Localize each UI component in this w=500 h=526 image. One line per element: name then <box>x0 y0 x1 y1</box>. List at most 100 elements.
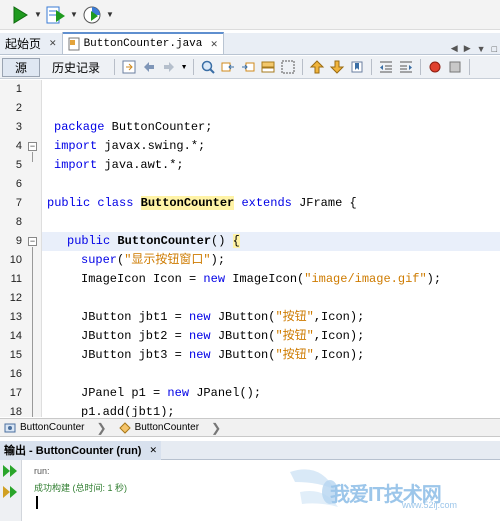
fold-guide <box>32 247 33 417</box>
keyword: new <box>167 386 190 400</box>
tab-scroll-right-icon[interactable]: ▶ <box>461 43 474 54</box>
code-line: ImageIcon Icon = new ImageIcon("image/im… <box>42 270 500 289</box>
rerun-with-options-icon[interactable] <box>2 484 20 500</box>
last-edit-icon[interactable] <box>120 58 138 76</box>
close-icon[interactable]: ✕ <box>49 38 57 49</box>
code-text: JPanel p1 = <box>81 386 168 400</box>
breadcrumb-item[interactable]: ButtonCounter <box>115 421 204 434</box>
profile-icon[interactable] <box>78 3 106 27</box>
keyword: import <box>54 139 98 153</box>
rerun-icon[interactable] <box>2 463 20 479</box>
close-icon[interactable]: ✕ <box>149 445 157 456</box>
editor-tabs: 起始页 ✕ ButtonCounter.java ✕ ◀ ▶ ▼ □ <box>0 32 500 55</box>
code-text: javax.swing.*; <box>97 139 206 153</box>
shift-left-icon[interactable] <box>377 58 395 76</box>
breadcrumb: ButtonCounter ❯ ButtonCounter ❯ <box>0 418 500 437</box>
code-line: import java.awt.*; <box>42 156 500 175</box>
keyword: public class <box>47 196 134 210</box>
find-icon[interactable] <box>199 58 217 76</box>
toggle-highlight-icon[interactable] <box>259 58 277 76</box>
dropdown-icon[interactable]: ▼ <box>180 58 188 76</box>
output-line-build-success: 成功构建 (总时间: 1 秒) <box>34 483 128 493</box>
find-next-icon[interactable] <box>239 58 257 76</box>
code-line: JButton jbt2 = new JButton("按钮",Icon); <box>42 327 500 346</box>
line-number: 3 <box>15 121 22 133</box>
code-text: JButton jbt1 = <box>81 310 190 324</box>
code-text: ); <box>426 272 442 286</box>
debug-icon[interactable] <box>42 3 70 27</box>
code-line: JPanel p1 = new JPanel(); <box>42 384 500 403</box>
code-text: JButton jbt3 = <box>81 348 190 362</box>
code-line: JButton jbt1 = new JButton("按钮",Icon); <box>42 308 500 327</box>
java-file-icon <box>68 37 80 51</box>
code-line-current: public ButtonCounter() { <box>42 232 500 251</box>
code-text: ,Icon); <box>313 329 365 343</box>
stop-macro-recording-icon[interactable] <box>446 58 464 76</box>
line-number-gutter: 1 2 3 4 5 6 7 8 9 10 11 12 13 14 15 16 1… <box>0 80 42 418</box>
code-line: public class ButtonCounter extends JFram… <box>42 194 500 213</box>
string-literal: "按钮" <box>275 348 314 362</box>
fold-guide <box>32 152 33 162</box>
tab-list-icon[interactable]: ▼ <box>474 44 489 54</box>
history-button[interactable]: 历史记录 <box>42 58 110 77</box>
maximize-icon[interactable]: □ <box>489 44 500 54</box>
code-editor[interactable]: package ButtonCounter; import javax.swin… <box>42 80 500 417</box>
constructor-name: ButtonCounter <box>117 234 212 248</box>
code-text: JButton( <box>210 348 276 362</box>
line-number: 15 <box>9 349 22 361</box>
code-line: p1.add(jbt1); <box>42 403 500 417</box>
toggle-bookmark-icon[interactable] <box>348 58 366 76</box>
line-number: 17 <box>9 387 22 399</box>
shift-right-icon[interactable] <box>397 58 415 76</box>
keyword: extends <box>241 196 292 210</box>
tab-start-page[interactable]: 起始页 ✕ <box>0 32 63 54</box>
breadcrumb-item[interactable]: ButtonCounter <box>0 422 89 434</box>
code-text: ,Icon); <box>313 310 365 324</box>
line-number: 12 <box>9 292 22 304</box>
code-text: JButton jbt2 = <box>81 329 190 343</box>
tab-scroll-left-icon[interactable]: ◀ <box>448 43 461 54</box>
line-number: 9 <box>15 235 22 247</box>
toolbar-separator <box>371 59 373 75</box>
dropdown-icon[interactable]: ▼ <box>34 3 42 27</box>
find-previous-icon[interactable] <box>219 58 237 76</box>
dropdown-icon[interactable]: ▼ <box>106 3 114 27</box>
line-number: 1 <box>15 83 22 95</box>
output-line: run: <box>34 466 50 476</box>
code-text: JFrame { <box>291 196 357 210</box>
tab-output[interactable]: 输出 - ButtonCounter (run) ✕ <box>0 440 162 460</box>
back-icon[interactable] <box>140 58 158 76</box>
close-icon[interactable]: ✕ <box>210 39 218 50</box>
tab-buttoncounter-java[interactable]: ButtonCounter.java ✕ <box>62 32 224 54</box>
line-number: 4 <box>15 140 22 152</box>
source-button[interactable]: 源 <box>2 57 41 77</box>
tab-label: 起始页 <box>5 36 42 51</box>
forward-icon[interactable] <box>160 58 178 76</box>
line-number: 6 <box>15 178 22 190</box>
next-bookmark-icon[interactable] <box>328 58 346 76</box>
code-text: ButtonCounter; <box>104 120 213 134</box>
code-text: JButton( <box>210 310 276 324</box>
watermark-url: www.52ij.com <box>402 500 458 510</box>
keyword: public <box>67 234 111 248</box>
dropdown-icon[interactable]: ▼ <box>70 3 78 27</box>
fold-collapse-icon[interactable]: − <box>28 237 37 246</box>
fold-collapse-icon[interactable]: − <box>28 142 37 151</box>
keyword: package <box>54 120 105 134</box>
output-tabbar: 输出 - ButtonCounter (run) ✕ <box>0 440 500 460</box>
line-number: 11 <box>10 273 22 285</box>
line-number: 7 <box>15 197 22 209</box>
start-macro-recording-icon[interactable] <box>426 58 444 76</box>
string-literal: "image/image.gif" <box>304 272 427 286</box>
toggle-rectangular-selection-icon[interactable] <box>279 58 297 76</box>
code-line: JButton jbt3 = new JButton("按钮",Icon); <box>42 346 500 365</box>
run-icon[interactable] <box>6 3 34 27</box>
breadcrumb-separator: ❯ <box>211 420 222 435</box>
class-icon <box>4 422 16 434</box>
code-text: ,Icon); <box>313 348 365 362</box>
previous-bookmark-icon[interactable] <box>308 58 326 76</box>
line-number: 10 <box>9 254 22 266</box>
line-number: 2 <box>15 102 22 114</box>
text-caret <box>36 496 38 509</box>
toolbar-separator <box>193 59 195 75</box>
